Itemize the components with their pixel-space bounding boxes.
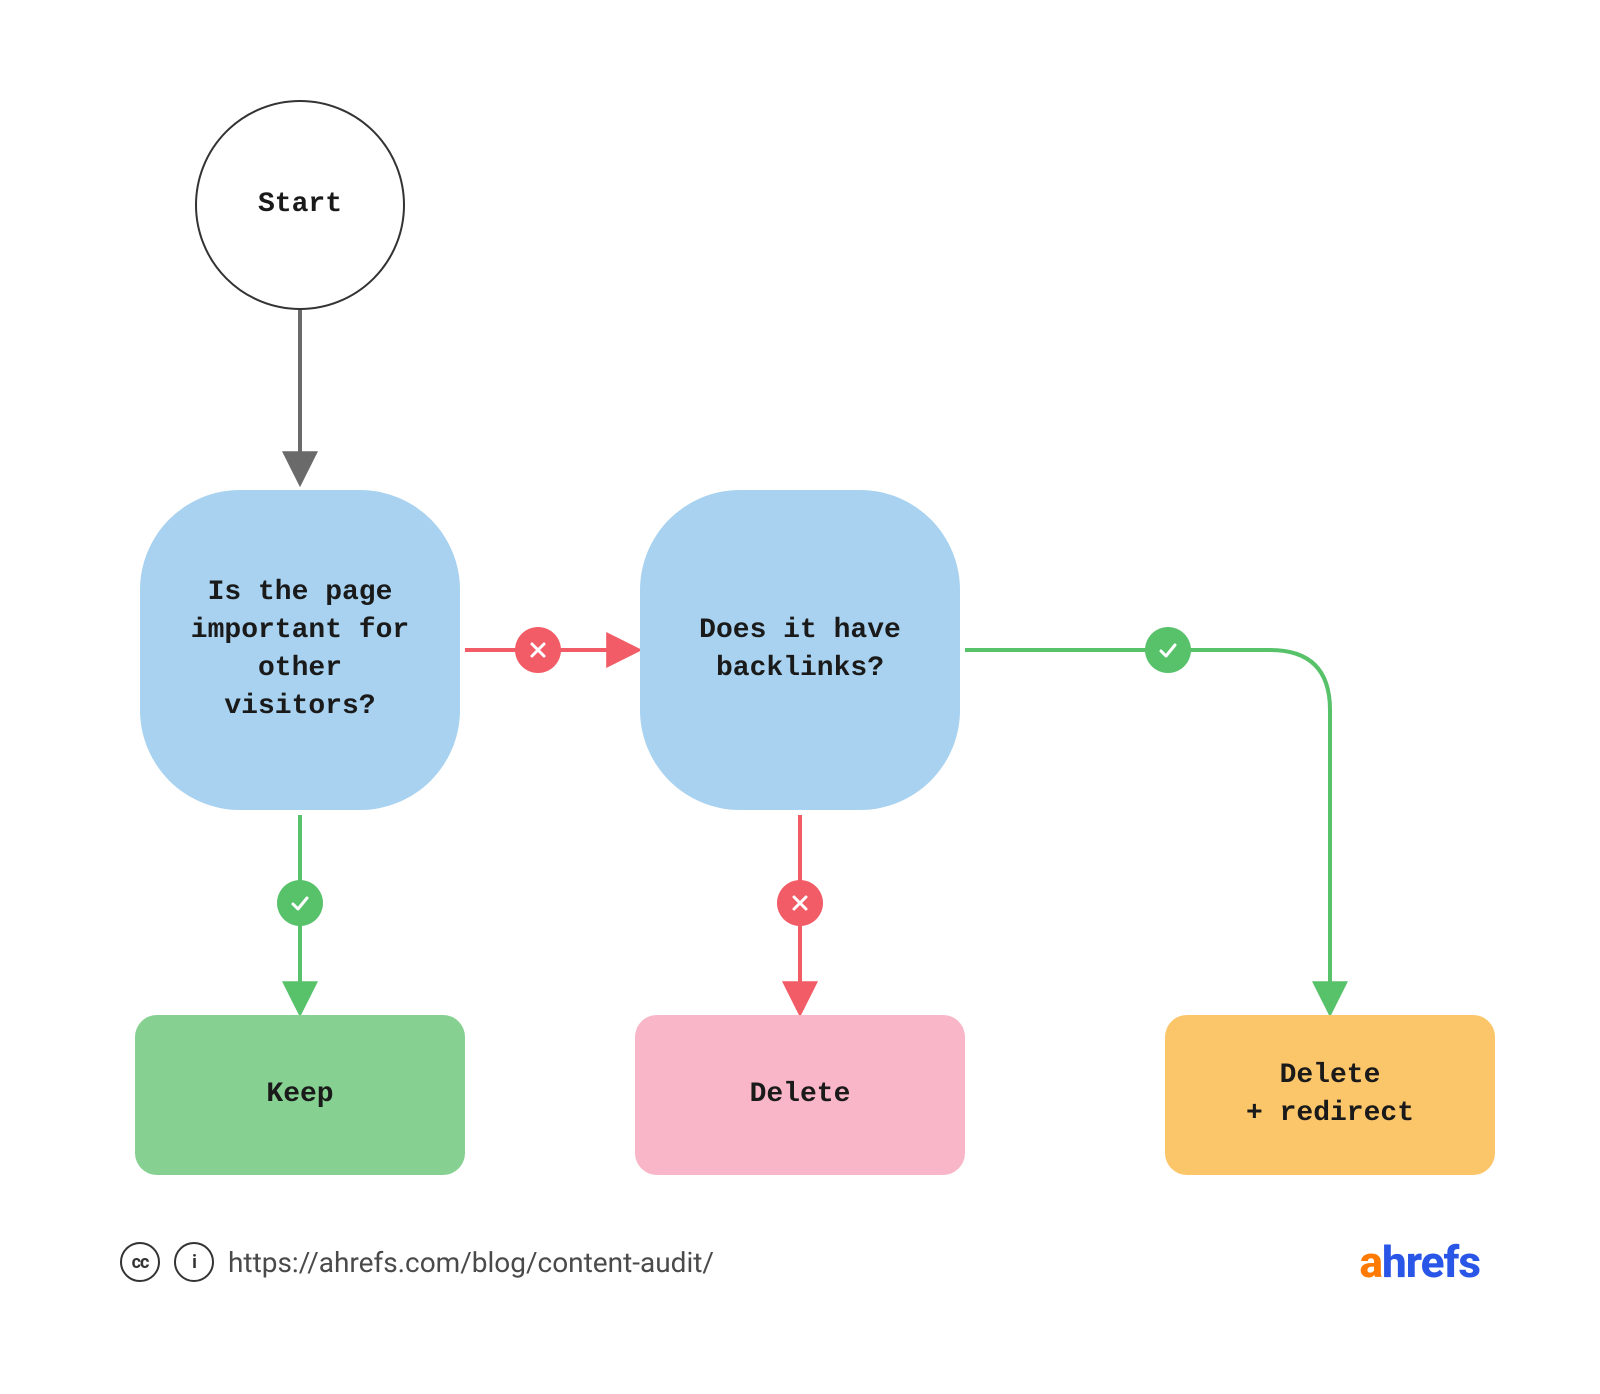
decision2-label: Does it have backlinks? (680, 612, 920, 688)
action-delete: Delete (635, 1015, 965, 1175)
action-keep-label: Keep (266, 1076, 333, 1114)
logo-letter-a: a (1360, 1236, 1382, 1288)
ahrefs-logo: ahrefs (1360, 1236, 1481, 1288)
cross-icon (777, 880, 823, 926)
cc-by-icon: i (174, 1242, 214, 1282)
action-delete-label: Delete (750, 1076, 851, 1114)
logo-rest: hrefs (1382, 1236, 1480, 1288)
attribution-footer: cc i https://ahrefs.com/blog/content-aud… (120, 1242, 714, 1282)
source-url: https://ahrefs.com/blog/content-audit/ (228, 1246, 714, 1279)
decision-has-backlinks: Does it have backlinks? (640, 490, 960, 810)
edge-d2-yes-delr (965, 650, 1330, 1010)
action-keep: Keep (135, 1015, 465, 1175)
start-label: Start (258, 186, 342, 224)
start-node: Start (195, 100, 405, 310)
check-icon (277, 880, 323, 926)
action-delete-redirect: Delete + redirect (1165, 1015, 1495, 1175)
check-icon (1145, 627, 1191, 673)
action-delete-redirect-label: Delete + redirect (1246, 1057, 1414, 1133)
flowchart-canvas: Start Is the page important for other vi… (0, 0, 1600, 1394)
cc-license-icon: cc (120, 1242, 160, 1282)
cross-icon (515, 627, 561, 673)
decision1-label: Is the page important for other visitors… (180, 574, 420, 725)
decision-important-for-visitors: Is the page important for other visitors… (140, 490, 460, 810)
